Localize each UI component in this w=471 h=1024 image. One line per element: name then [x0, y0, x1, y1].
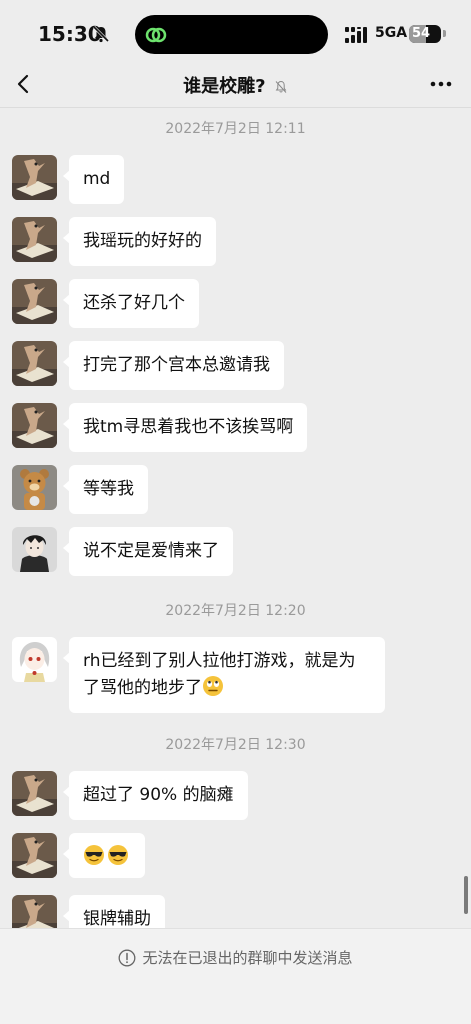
bear-avatar[interactable]	[12, 465, 57, 510]
timestamp: 2022年7月2日 12:30	[165, 737, 306, 753]
bird-avatar[interactable]	[12, 403, 57, 448]
mute-icon	[275, 80, 287, 93]
message-bubble[interactable]: md	[62, 155, 125, 204]
scrollbar[interactable]	[464, 876, 468, 914]
timestamp: 2022年7月2日 12:11	[165, 121, 306, 137]
chat-title: 谁是校雕?	[183, 76, 266, 97]
anime-avatar[interactable]	[12, 527, 57, 572]
bird-avatar[interactable]	[12, 833, 57, 878]
bird-avatar[interactable]	[12, 217, 57, 262]
battery-percent: 54	[412, 26, 431, 41]
message-bubble-emoji[interactable]	[63, 833, 145, 878]
bird-avatar[interactable]	[12, 771, 57, 816]
message-bubble[interactable]: 银牌辅助	[63, 895, 165, 928]
message-bubble[interactable]: 超过了 90% 的脑瘫	[63, 771, 248, 820]
battery-tip	[443, 30, 446, 37]
footer-notice-text: 无法在已退出的群聊中发送消息	[142, 949, 353, 967]
bird-avatar[interactable]	[12, 155, 57, 200]
bird-avatar[interactable]	[12, 895, 57, 928]
chat-message-list[interactable]: 2022年7月2日 12:11 md 我瑶玩的好好的 还杀了好几个 打完了那个宫…	[0, 108, 471, 928]
message-bubble[interactable]: 我瑶玩的好好的	[63, 217, 216, 266]
bell-off-icon	[92, 25, 110, 43]
battery-indicator: 54	[409, 25, 441, 43]
dynamic-island	[135, 15, 328, 54]
nav-bar: 谁是校雕?	[0, 60, 471, 108]
message-bubble[interactable]: 还杀了好几个	[63, 279, 199, 328]
girl-avatar[interactable]	[12, 637, 57, 682]
bird-avatar[interactable]	[12, 341, 57, 386]
message-line-1: rh已经到了别人拉他打游戏，就是为	[83, 651, 356, 671]
sunglasses-emoji-icon	[84, 845, 128, 865]
link-icon	[145, 27, 167, 43]
more-dots-icon[interactable]	[425, 72, 457, 96]
message-bubble[interactable]: 打完了那个宫本总邀请我	[63, 341, 284, 390]
bird-avatar[interactable]	[12, 279, 57, 324]
message-bubble[interactable]: rh已经到了别人拉他打游戏，就是为 了骂他的地步了	[63, 637, 385, 713]
rolling-eyes-emoji-icon	[203, 676, 223, 696]
message-bubble[interactable]: 等等我	[63, 465, 148, 514]
status-bar: 15:30 5GA 54	[0, 0, 471, 68]
message-line-2-text: 了骂他的地步了	[83, 678, 202, 698]
network-type: 5GA	[375, 25, 408, 41]
message-bubble[interactable]: 我tm寻思着我也不该挨骂啊	[62, 403, 308, 452]
timestamp: 2022年7月2日 12:20	[165, 603, 306, 619]
footer-notice: 无法在已退出的群聊中发送消息	[0, 947, 471, 968]
message-bubble[interactable]: 说不定是爱情来了	[63, 527, 233, 576]
cellular-signal-icon	[345, 27, 367, 43]
info-circle-icon	[119, 949, 136, 967]
footer-notice-bar: 无法在已退出的群聊中发送消息	[0, 928, 471, 1024]
chat-title-container[interactable]: 谁是校雕?	[0, 72, 471, 98]
message-line-2: 了骂他的地步了	[83, 675, 371, 702]
